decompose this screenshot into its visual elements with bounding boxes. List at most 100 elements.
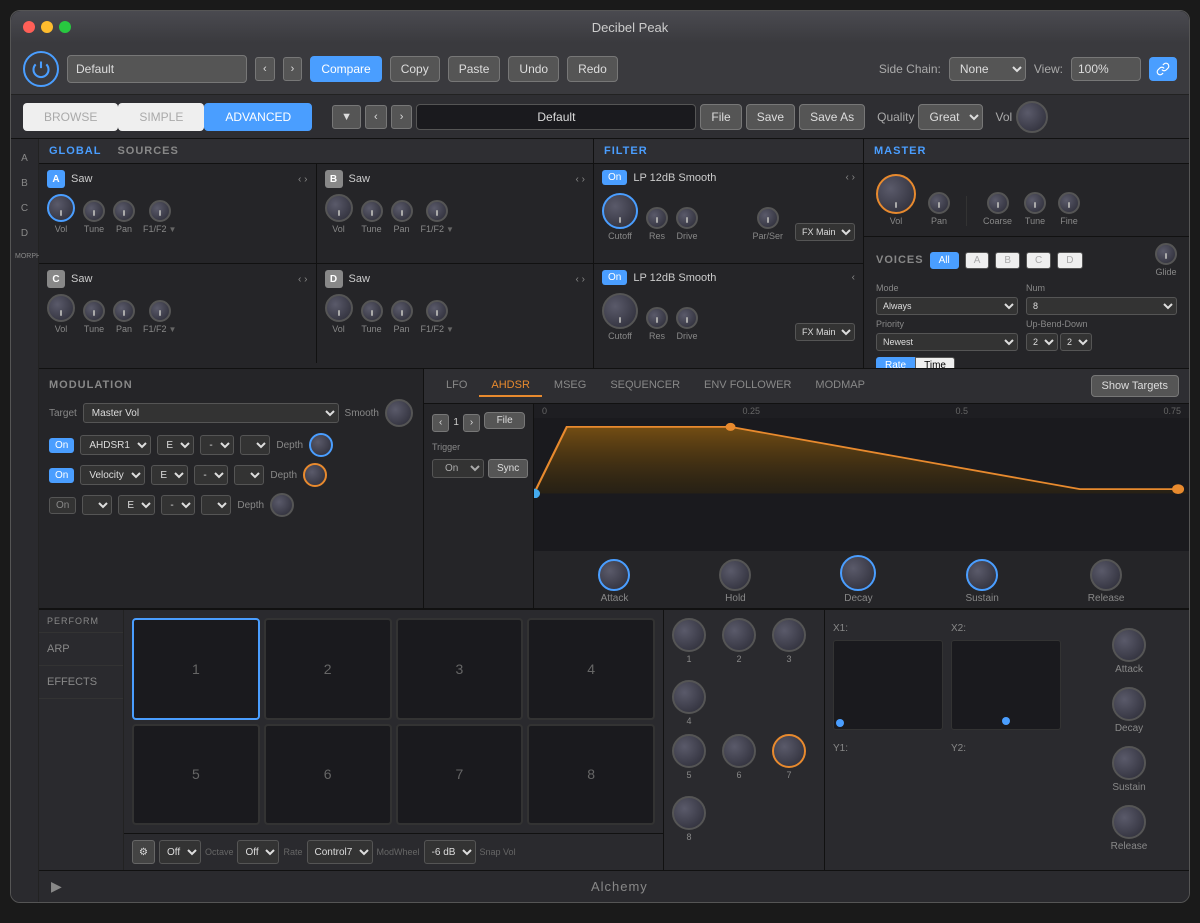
tab-advanced[interactable]: ADVANCED bbox=[204, 103, 312, 131]
macro-5-knob[interactable] bbox=[672, 734, 706, 768]
mod-3-on-button[interactable]: On bbox=[49, 497, 76, 514]
mod-2-sub-select[interactable] bbox=[234, 465, 264, 485]
settings-button[interactable]: ⚙ bbox=[132, 840, 155, 864]
source-f1f2-b-knob[interactable] bbox=[426, 200, 448, 222]
nav-forward-button[interactable]: › bbox=[283, 57, 303, 81]
mod-smooth-knob[interactable] bbox=[385, 399, 413, 427]
pad-7[interactable]: 7 bbox=[396, 724, 524, 826]
ahdsr-prev-button[interactable]: ‹ bbox=[432, 414, 449, 432]
mod-3-dash-select[interactable]: - bbox=[161, 495, 195, 515]
mod-2-e-select[interactable]: E bbox=[151, 465, 188, 485]
copy-button[interactable]: Copy bbox=[390, 56, 440, 82]
source-vol-b-knob[interactable] bbox=[325, 194, 353, 222]
sidebar-item-a[interactable]: A bbox=[11, 147, 38, 170]
mod-2-depth-knob[interactable] bbox=[303, 463, 327, 487]
sidebar-item-d[interactable]: D bbox=[11, 222, 38, 245]
master-pan-knob[interactable] bbox=[928, 192, 950, 214]
ahdsr-on-select[interactable]: On bbox=[432, 459, 484, 478]
decay-knob[interactable] bbox=[840, 555, 876, 591]
mod-2-dash-select[interactable]: - bbox=[194, 465, 228, 485]
rate-button[interactable]: Rate bbox=[876, 357, 915, 368]
macro-3-knob[interactable] bbox=[772, 618, 806, 652]
mod-1-sub-select[interactable] bbox=[240, 435, 270, 455]
power-button[interactable] bbox=[23, 51, 59, 87]
source-f1f2-a-knob[interactable] bbox=[149, 200, 171, 222]
paste-button[interactable]: Paste bbox=[448, 56, 501, 82]
pad-1[interactable]: 1 bbox=[132, 618, 260, 720]
macro-8-knob[interactable] bbox=[672, 796, 706, 830]
mod-1-source-select[interactable]: AHDSR1 bbox=[80, 435, 151, 455]
sidebar-item-c[interactable]: C bbox=[11, 197, 38, 220]
quality-select[interactable]: Great bbox=[918, 104, 983, 130]
xy-pad-1[interactable] bbox=[833, 640, 943, 730]
source-nav-a[interactable]: ‹ › bbox=[298, 174, 307, 185]
source-id-b[interactable]: B bbox=[325, 170, 343, 188]
filter-1-res-knob[interactable] bbox=[646, 207, 668, 229]
voice-tab-a[interactable]: A bbox=[965, 252, 990, 269]
mod-1-depth-knob[interactable] bbox=[309, 433, 333, 457]
source-tune-d-knob[interactable] bbox=[361, 300, 383, 322]
vol-knob[interactable] bbox=[1016, 101, 1048, 133]
sustain-knob[interactable] bbox=[966, 559, 998, 591]
filter-2-on-button[interactable]: On bbox=[602, 270, 627, 285]
macro-2-knob[interactable] bbox=[722, 618, 756, 652]
play-button[interactable]: ▶ bbox=[51, 878, 62, 895]
env-follower-tab[interactable]: ENV FOLLOWER bbox=[692, 375, 803, 397]
undo-button[interactable]: Undo bbox=[508, 56, 559, 82]
ahdsr-file-button[interactable]: File bbox=[484, 412, 525, 429]
mod-2-source-select[interactable]: Velocity bbox=[80, 465, 145, 485]
filter-2-cutoff-knob[interactable] bbox=[602, 293, 638, 329]
filter-2-drive-knob[interactable] bbox=[676, 307, 698, 329]
priority-select[interactable]: Newest bbox=[876, 333, 1018, 351]
macro-6-knob[interactable] bbox=[722, 734, 756, 768]
tab-browse[interactable]: BROWSE bbox=[23, 103, 118, 131]
master-fine-knob[interactable] bbox=[1058, 192, 1080, 214]
voice-tab-b[interactable]: B bbox=[995, 252, 1020, 269]
modmap-tab[interactable]: MODMAP bbox=[803, 375, 877, 397]
link-button[interactable] bbox=[1149, 57, 1177, 81]
source-f1f2-c-knob[interactable] bbox=[149, 300, 171, 322]
voice-tab-d[interactable]: D bbox=[1057, 252, 1082, 269]
pad-8[interactable]: 8 bbox=[527, 724, 655, 826]
ahdsr-next-button[interactable]: › bbox=[463, 414, 480, 432]
mod-3-depth-knob[interactable] bbox=[270, 493, 294, 517]
effects-tab[interactable]: EFFECTS bbox=[39, 666, 123, 699]
mod-1-on-button[interactable]: On bbox=[49, 438, 74, 453]
right-release-knob[interactable] bbox=[1112, 805, 1146, 839]
mod-target-select[interactable]: Master Vol bbox=[83, 403, 339, 423]
macro-1-knob[interactable] bbox=[672, 618, 706, 652]
sidebar-item-morph[interactable]: MORPH bbox=[11, 247, 38, 266]
arp-tab[interactable]: ARP bbox=[39, 633, 123, 666]
voices-glide-knob[interactable] bbox=[1155, 243, 1177, 265]
source-f1f2-d-knob[interactable] bbox=[426, 300, 448, 322]
source-id-a[interactable]: A bbox=[47, 170, 65, 188]
pad-2[interactable]: 2 bbox=[264, 618, 392, 720]
num-select[interactable]: 8 bbox=[1026, 297, 1177, 315]
source-id-d[interactable]: D bbox=[325, 270, 343, 288]
macro-4-knob[interactable] bbox=[672, 680, 706, 714]
source-vol-a-knob[interactable] bbox=[47, 194, 75, 222]
master-vol-knob[interactable] bbox=[876, 174, 916, 214]
filter-1-on-button[interactable]: On bbox=[602, 170, 627, 185]
bend-select-1[interactable]: 2 bbox=[1026, 333, 1058, 351]
view-input[interactable] bbox=[1071, 57, 1141, 81]
pad-5[interactable]: 5 bbox=[132, 724, 260, 826]
lfo-tab[interactable]: LFO bbox=[434, 375, 479, 397]
source-tune-a-knob[interactable] bbox=[83, 200, 105, 222]
mseg-tab[interactable]: MSEG bbox=[542, 375, 598, 397]
filter-2-fx-select[interactable]: FX Main bbox=[795, 323, 855, 341]
save-button[interactable]: Save bbox=[746, 104, 795, 130]
mod-3-sub-select[interactable] bbox=[201, 495, 231, 515]
filter-1-fx-select[interactable]: FX Main bbox=[795, 223, 855, 241]
mod-1-e-select[interactable]: E bbox=[157, 435, 194, 455]
pad-3[interactable]: 3 bbox=[396, 618, 524, 720]
mod-3-e-select[interactable]: E bbox=[118, 495, 155, 515]
preset-menu-button[interactable]: ▼ bbox=[332, 105, 361, 129]
modwheel-select[interactable]: Control7 bbox=[307, 840, 373, 864]
source-tune-b-knob[interactable] bbox=[361, 200, 383, 222]
rate-select[interactable]: Off bbox=[237, 840, 279, 864]
filter-2-res-knob[interactable] bbox=[646, 307, 668, 329]
source-pan-a-knob[interactable] bbox=[113, 200, 135, 222]
ahdsr-sync-button[interactable]: Sync bbox=[488, 459, 528, 478]
filter-par-ser-knob[interactable] bbox=[757, 207, 779, 229]
